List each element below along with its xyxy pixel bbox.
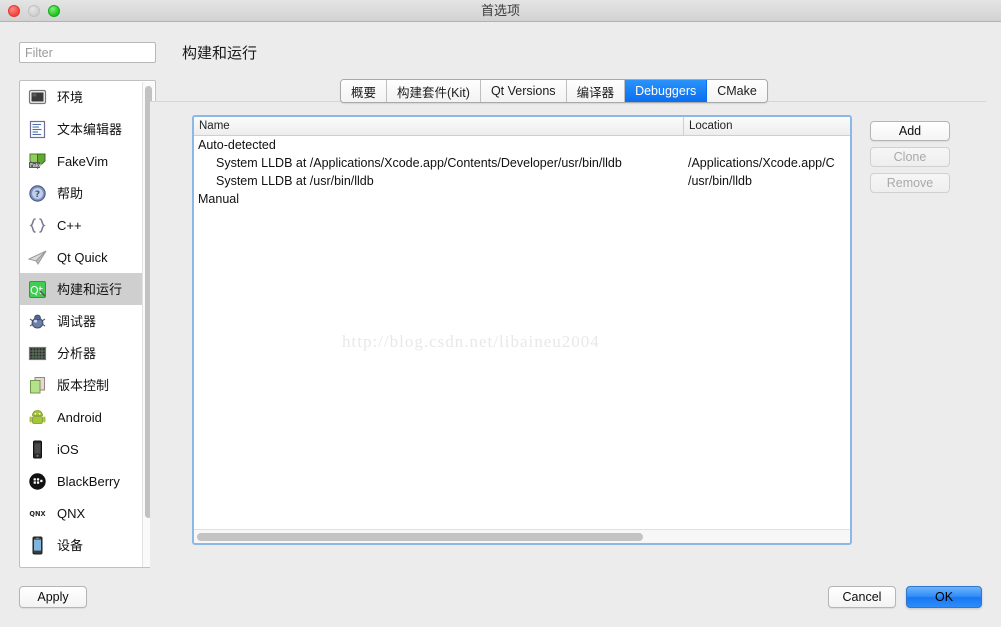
sidebar-item-label: 调试器 xyxy=(57,313,97,329)
cell-location: /usr/bin/lldb xyxy=(688,174,752,188)
sidebar-item-ios[interactable]: iOS xyxy=(20,433,144,465)
sidebar-item-analyzer[interactable]: 分析器 xyxy=(20,337,144,369)
preferences-category-list[interactable]: 环境 文本编辑器 Fake FakeVim ? 帮助 C++ Qt Quick … xyxy=(19,80,156,568)
help-icon: ? xyxy=(27,183,48,204)
paper-plane-icon xyxy=(27,247,48,268)
ok-button[interactable]: OK xyxy=(906,586,982,608)
svg-text:Fake: Fake xyxy=(30,163,43,169)
table-body: Auto-detected System LLDB at /Applicatio… xyxy=(194,136,850,528)
qt-build-run-icon: Qt xyxy=(27,279,48,300)
maximize-button[interactable] xyxy=(48,5,60,17)
sidebar-item-version-control[interactable]: 版本控制 xyxy=(20,369,144,401)
device-icon xyxy=(27,535,48,556)
traffic-light-group xyxy=(8,5,60,17)
tab-qt-versions[interactable]: Qt Versions xyxy=(480,80,567,102)
sidebar-item-label: iOS xyxy=(57,441,79,457)
text-editor-icon xyxy=(27,119,48,140)
table-row[interactable]: Manual xyxy=(194,190,850,208)
table-row[interactable]: System LLDB at /Applications/Xcode.app/C… xyxy=(194,154,850,172)
qnx-icon: QNX xyxy=(27,503,48,524)
sidebar-item-help[interactable]: ? 帮助 xyxy=(20,177,144,209)
sidebar-item-build-and-run[interactable]: Qt 构建和运行 xyxy=(20,273,144,305)
sidebar-item-label: 分析器 xyxy=(57,345,97,361)
minimize-button[interactable] xyxy=(28,5,40,17)
sidebar-item-label: QNX xyxy=(57,505,86,521)
blackberry-icon xyxy=(27,471,48,492)
cell-location: /Applications/Xcode.app/C xyxy=(688,156,835,170)
title-bar: 首选项 xyxy=(0,0,1001,22)
cell-name: System LLDB at /usr/bin/lldb xyxy=(216,174,374,188)
sidebar-item-label: 设备 xyxy=(57,537,84,553)
sidebar-item-qt-quick[interactable]: Qt Quick xyxy=(20,241,144,273)
svg-text:?: ? xyxy=(35,190,40,200)
sidebar-item-blackberry[interactable]: BlackBerry xyxy=(20,465,144,497)
analyzer-icon xyxy=(27,343,48,364)
preferences-window: 首选项 环境 xyxy=(0,0,1001,627)
tab-compilers[interactable]: 编译器 xyxy=(566,80,626,102)
tab-cmake[interactable]: CMake xyxy=(707,80,767,102)
cell-name: Manual xyxy=(198,192,239,206)
sidebar-item-label: BlackBerry xyxy=(57,473,120,489)
cell-name: System LLDB at /Applications/Xcode.app/C… xyxy=(216,156,622,170)
sidebar-item-label: C++ xyxy=(57,217,82,233)
watermark-text: http://blog.csdn.net/libaineu2004 xyxy=(342,332,600,351)
settings-tab-bar: 概要 构建套件(Kit) Qt Versions 编译器 Debuggers C… xyxy=(340,79,768,103)
add-button[interactable]: Add xyxy=(870,121,950,141)
page-title: 构建和运行 xyxy=(182,45,258,62)
sidebar-scroll-area: 环境 文本编辑器 Fake FakeVim ? 帮助 C++ Qt Quick … xyxy=(20,81,144,567)
sidebar-item-text-editor[interactable]: 文本编辑器 xyxy=(20,113,144,145)
cancel-button[interactable]: Cancel xyxy=(828,586,896,608)
debuggers-list-view[interactable]: Name Location Auto-detected System LLDB … xyxy=(192,115,852,545)
tab-overview[interactable]: 概要 xyxy=(341,80,388,102)
filter-input[interactable] xyxy=(19,42,156,63)
list-action-buttons: Add Clone Remove xyxy=(870,121,950,193)
table-header: Name Location xyxy=(194,117,850,136)
column-header-name[interactable]: Name xyxy=(194,117,684,135)
bug-icon xyxy=(27,311,48,332)
tab-kits[interactable]: 构建套件(Kit) xyxy=(387,80,481,102)
sidebar-item-environment[interactable]: 环境 xyxy=(20,81,144,113)
window-title: 首选项 xyxy=(480,3,520,18)
sidebar-item-devices[interactable]: 设备 xyxy=(20,529,144,561)
monitor-icon xyxy=(27,87,48,108)
sidebar-item-label: 版本控制 xyxy=(57,377,110,393)
braces-icon xyxy=(27,215,48,236)
iphone-icon xyxy=(27,439,48,460)
version-control-icon xyxy=(27,375,48,396)
column-header-location[interactable]: Location xyxy=(684,117,850,135)
android-icon xyxy=(27,407,48,428)
close-button[interactable] xyxy=(8,5,20,17)
table-row[interactable]: System LLDB at /usr/bin/lldb /usr/bin/ll… xyxy=(194,172,850,190)
apply-button[interactable]: Apply xyxy=(19,586,87,608)
sidebar-item-label: 帮助 xyxy=(57,185,84,201)
sidebar-item-label: Android xyxy=(57,409,102,425)
sidebar-item-cpp[interactable]: C++ xyxy=(20,209,144,241)
sidebar-item-debugger[interactable]: 调试器 xyxy=(20,305,144,337)
sidebar-item-label: 构建和运行 xyxy=(57,281,123,297)
sidebar-item-label: Qt Quick xyxy=(57,249,108,265)
table-row[interactable]: Auto-detected xyxy=(194,136,850,154)
svg-text:QNX: QNX xyxy=(29,510,45,518)
horizontal-scrollbar[interactable] xyxy=(194,529,850,543)
sidebar-item-android[interactable]: Android xyxy=(20,401,144,433)
remove-button[interactable]: Remove xyxy=(870,173,950,193)
tab-debuggers[interactable]: Debuggers xyxy=(625,80,708,102)
sidebar-item-qnx[interactable]: QNX QNX xyxy=(20,497,144,529)
sidebar-item-fakevim[interactable]: Fake FakeVim xyxy=(20,145,144,177)
sidebar-item-label: FakeVim xyxy=(57,153,109,169)
svg-text:Qt: Qt xyxy=(30,284,44,297)
horizontal-scrollbar-thumb[interactable] xyxy=(197,533,643,541)
clone-button[interactable]: Clone xyxy=(870,147,950,167)
sidebar-item-label: 环境 xyxy=(57,89,84,105)
fakevim-icon: Fake xyxy=(27,151,48,172)
sidebar-item-label: 文本编辑器 xyxy=(57,121,123,137)
cell-name: Auto-detected xyxy=(198,138,276,152)
